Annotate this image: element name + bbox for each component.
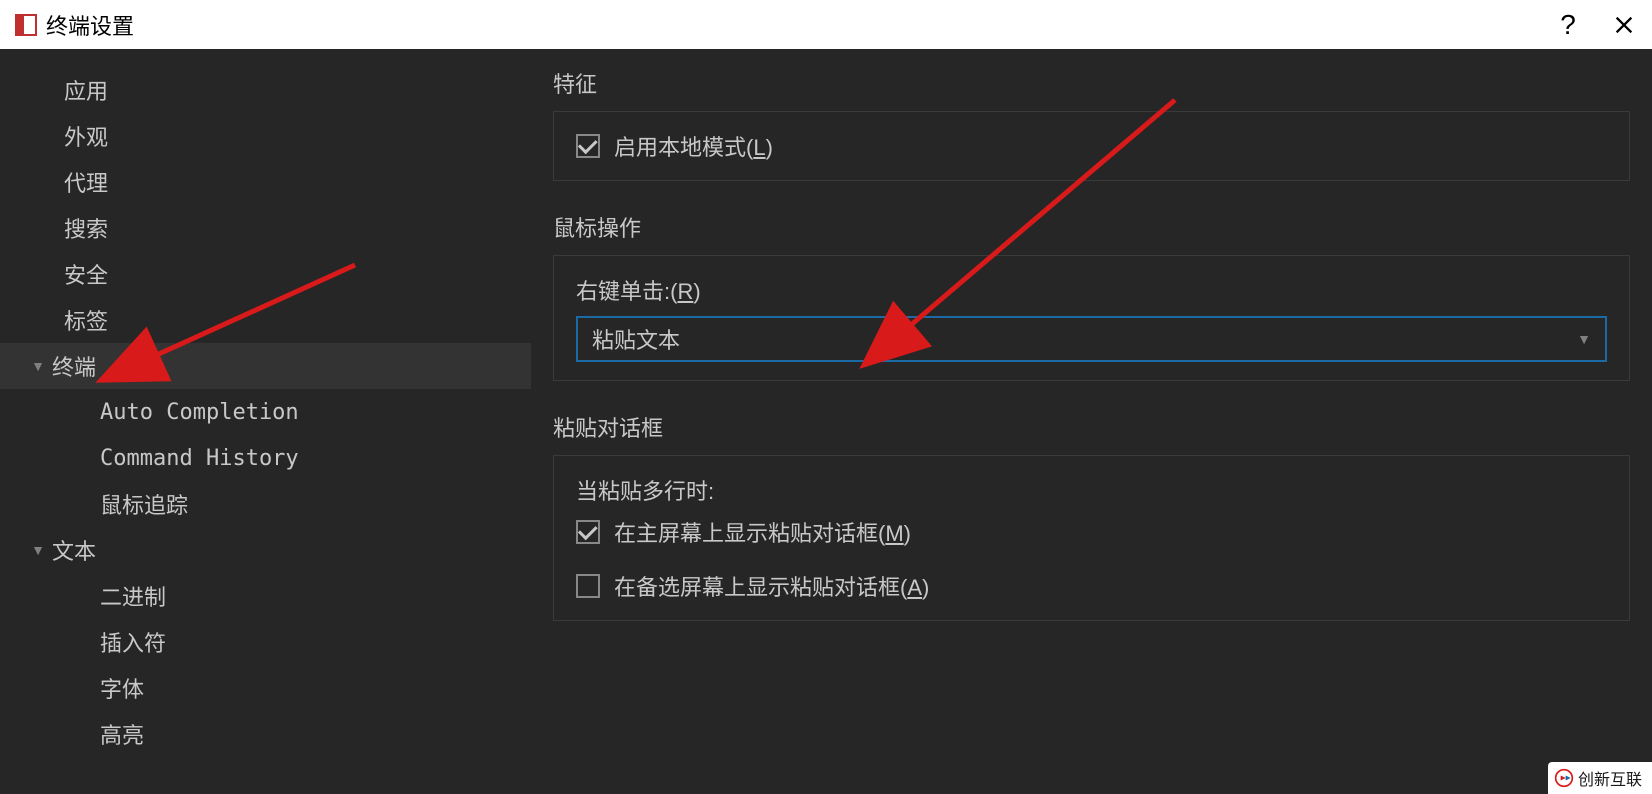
paste-alt-checkbox[interactable] [576,574,600,598]
sidebar-item-label: 高亮 [100,718,144,750]
section-feature-label: 特征 [553,67,1630,99]
sidebar-item-binary[interactable]: 二进制 [0,573,531,619]
feature-group: 启用本地模式(L) [553,111,1630,181]
watermark-badge: 创新互联 [1548,762,1652,794]
watermark-text: 创新互联 [1578,766,1642,790]
watermark-icon [1554,768,1574,788]
sidebar-item-label: 插入符 [100,626,166,658]
section-mouse-label: 鼠标操作 [553,211,1630,243]
sidebar-item-proxy[interactable]: 代理 [0,159,531,205]
sidebar-item-appearance[interactable]: 外观 [0,113,531,159]
sidebar-item-label: 标签 [64,304,108,336]
enable-local-mode-checkbox[interactable] [576,134,600,158]
sidebar-item-label: 字体 [100,672,144,704]
sidebar-item-tabs[interactable]: 标签 [0,297,531,343]
sidebar-item-label: Auto Completion [100,400,299,425]
paste-main-label: 在主屏幕上显示粘贴对话框(M) [614,516,911,548]
window-title: 终端设置 [46,9,134,41]
sidebar-item-highlight[interactable]: 高亮 [0,711,531,757]
chevron-down-icon: ▼ [24,358,52,374]
right-click-select[interactable]: 粘贴文本 ▼ [576,316,1607,362]
sidebar: 应用 外观 代理 搜索 安全 标签 ▼ 终端 Auto Completion C… [0,49,531,794]
sidebar-item-security[interactable]: 安全 [0,251,531,297]
content-panel: 特征 启用本地模式(L) 鼠标操作 右键单击:(R) 粘贴文本 ▼ 粘贴对话框 … [531,49,1652,794]
sidebar-item-label: 终端 [52,350,96,382]
paste-group: 当粘贴多行时: 在主屏幕上显示粘贴对话框(M) 在备选屏幕上显示粘贴对话框(A) [553,455,1630,621]
app-icon [14,13,38,37]
right-click-value: 粘贴文本 [592,323,680,355]
sidebar-item-label: 二进制 [100,580,166,612]
sidebar-item-app[interactable]: 应用 [0,67,531,113]
sidebar-item-label: 文本 [52,534,96,566]
chevron-down-icon: ▼ [1577,331,1591,347]
paste-multi-label: 当粘贴多行时: [576,474,1607,506]
right-click-label: 右键单击:(R) [576,274,1607,306]
sidebar-item-caret[interactable]: 插入符 [0,619,531,665]
sidebar-item-label: 搜索 [64,212,108,244]
sidebar-item-label: 代理 [64,166,108,198]
paste-main-checkbox[interactable] [576,520,600,544]
close-button[interactable] [1596,0,1652,49]
sidebar-item-mousetracking[interactable]: 鼠标追踪 [0,481,531,527]
main-area: 应用 外观 代理 搜索 安全 标签 ▼ 终端 Auto Completion C… [0,49,1652,794]
sidebar-item-label: 外观 [64,120,108,152]
sidebar-item-terminal[interactable]: ▼ 终端 [0,343,531,389]
sidebar-item-label: 安全 [64,258,108,290]
sidebar-item-label: 应用 [64,74,108,106]
chevron-down-icon: ▼ [24,542,52,558]
sidebar-item-label: 鼠标追踪 [100,488,188,520]
sidebar-item-commandhistory[interactable]: Command History [0,435,531,481]
sidebar-item-label: Command History [100,446,299,471]
sidebar-item-autocompletion[interactable]: Auto Completion [0,389,531,435]
help-button[interactable]: ? [1540,0,1596,49]
enable-local-mode-label: 启用本地模式(L) [614,130,773,162]
mouse-group: 右键单击:(R) 粘贴文本 ▼ [553,255,1630,381]
sidebar-item-search[interactable]: 搜索 [0,205,531,251]
section-paste-label: 粘贴对话框 [553,411,1630,443]
paste-alt-label: 在备选屏幕上显示粘贴对话框(A) [614,570,929,602]
sidebar-item-text[interactable]: ▼ 文本 [0,527,531,573]
sidebar-item-font[interactable]: 字体 [0,665,531,711]
titlebar: 终端设置 ? [0,0,1652,49]
